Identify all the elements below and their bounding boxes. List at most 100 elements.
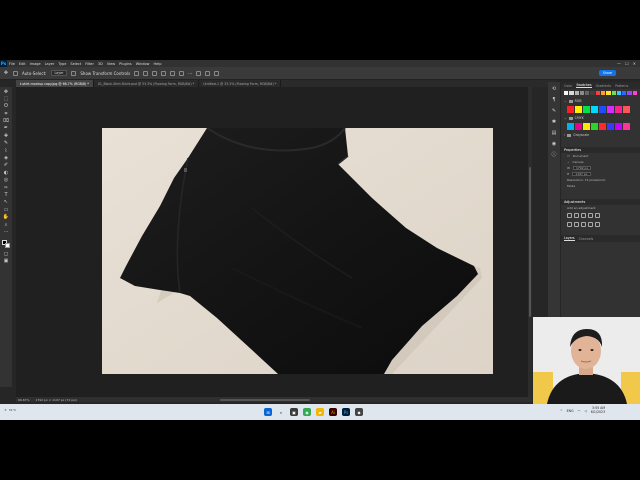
chrome-icon[interactable]: ◉: [303, 408, 311, 416]
hand-tool[interactable]: ✋: [3, 215, 9, 221]
object-select-tool[interactable]: ⌗: [3, 111, 9, 117]
vibrance-icon[interactable]: [595, 213, 600, 218]
hue-saturation-icon[interactable]: [567, 222, 572, 227]
swatch-3[interactable]: [579, 91, 585, 95]
path-select-tool[interactable]: ↖: [3, 200, 9, 206]
illustrator-icon[interactable]: Ai: [329, 408, 337, 416]
move-tool[interactable]: ✥: [3, 89, 9, 95]
swatch-13[interactable]: [632, 91, 637, 95]
swatch-0[interactable]: [567, 123, 574, 130]
swatch-7[interactable]: [623, 123, 630, 130]
swatch-2[interactable]: [583, 123, 590, 130]
tab-gradients[interactable]: Gradients: [596, 84, 612, 88]
edit-toolbar-button[interactable]: ···: [3, 229, 9, 235]
scroll-thumb[interactable]: [529, 167, 531, 317]
menu-edit[interactable]: Edit: [17, 62, 28, 66]
swatch-11[interactable]: [622, 91, 627, 95]
dodge-tool[interactable]: ◎: [3, 178, 9, 184]
swatch-group-grayscale[interactable]: › Grayscale: [561, 131, 640, 139]
swatch-1[interactable]: [575, 123, 582, 130]
chevron-down-icon[interactable]: ⌄: [564, 99, 567, 103]
tray-overflow-icon[interactable]: ^: [560, 409, 563, 413]
brush-tool[interactable]: ✎: [3, 141, 9, 147]
swatch-5[interactable]: [590, 91, 595, 95]
brush-settings-icon[interactable]: ✎: [551, 108, 557, 114]
libraries-icon[interactable]: ▤: [551, 130, 557, 136]
swatch-3[interactable]: [591, 106, 598, 113]
color-swatches[interactable]: [2, 239, 10, 250]
close-icon[interactable]: ✕: [633, 61, 636, 66]
more-options-button[interactable]: ···: [188, 71, 192, 76]
language-indicator[interactable]: ENG: [567, 409, 574, 413]
swatch-5[interactable]: [607, 106, 614, 113]
tab-untitled-1[interactable]: Untitled-1 @ 33.3% (Flowing Form, RGB/8#…: [199, 80, 282, 87]
file-explorer-icon[interactable]: ▰: [316, 408, 324, 416]
levels-icon[interactable]: [574, 213, 579, 218]
history-icon[interactable]: ⟲: [551, 86, 557, 92]
chevron-down-icon[interactable]: ⌄: [567, 160, 570, 164]
swatch-2[interactable]: [574, 91, 579, 95]
align-top-icon[interactable]: [161, 70, 167, 76]
eyedropper-tool[interactable]: ✒: [3, 126, 9, 132]
swatch-3[interactable]: [591, 123, 598, 130]
menu-type[interactable]: Type: [56, 62, 68, 66]
3d-mode-icon[interactable]: [196, 70, 201, 76]
curves-icon[interactable]: [581, 213, 586, 218]
maximize-icon[interactable]: ☐: [625, 61, 629, 66]
swatch-4[interactable]: [599, 106, 606, 113]
menu-plugins[interactable]: Plugins: [117, 62, 134, 66]
tab-layers[interactable]: Layers: [564, 236, 575, 241]
align-center-icon[interactable]: [143, 70, 149, 76]
lasso-tool[interactable]: ʘ: [3, 104, 9, 110]
swatch-1[interactable]: [569, 91, 574, 95]
menu-file[interactable]: File: [7, 62, 17, 66]
zoom-level[interactable]: 66.67%: [18, 398, 29, 402]
swatch-2[interactable]: [583, 106, 590, 113]
tab-channels[interactable]: Channels: [579, 237, 594, 241]
app-icon[interactable]: ◆: [355, 408, 363, 416]
tab-black-shirt-psd[interactable]: 01_Black-Shirt-Tshirt.psd @ 33.3% (Flowi…: [94, 80, 200, 87]
align-left-icon[interactable]: [134, 70, 140, 76]
tab-patterns[interactable]: Patterns: [615, 84, 628, 88]
menu-select[interactable]: Select: [68, 62, 83, 66]
marquee-tool[interactable]: ⬚: [3, 96, 9, 102]
swatch-0[interactable]: [564, 91, 569, 95]
menu-window[interactable]: Window: [134, 62, 152, 66]
horizontal-scrollbar[interactable]: [220, 399, 310, 401]
menu-help[interactable]: Help: [152, 62, 164, 66]
channel-mixer-icon[interactable]: [595, 222, 600, 227]
swatch-10[interactable]: [616, 91, 622, 95]
type-tool[interactable]: T: [3, 192, 9, 198]
weather-widget[interactable]: ☀ 31°C: [4, 408, 16, 412]
history-brush-tool[interactable]: ◈: [3, 156, 9, 162]
swatch-7[interactable]: [623, 106, 630, 113]
chevron-right-icon[interactable]: ›: [564, 133, 565, 137]
swatch-group-cmyk[interactable]: ⌄ CMYK: [561, 114, 640, 122]
screen-mode-icon[interactable]: ▣: [3, 259, 9, 265]
swatch-6[interactable]: [615, 106, 622, 113]
swatch-1[interactable]: [575, 106, 582, 113]
gradient-tool[interactable]: ◐: [3, 170, 9, 176]
clock[interactable]: 3:55 AM 6/1/2023: [591, 406, 605, 415]
tab-tshirt-mockup[interactable]: t-shirt-mockup copy.jpg @ 66.7% (RGB/8) …: [16, 80, 94, 87]
menu-view[interactable]: View: [105, 62, 117, 66]
tab-color[interactable]: Color: [564, 84, 572, 88]
document-canvas[interactable]: [102, 128, 493, 374]
background-color[interactable]: [5, 242, 10, 248]
rectangle-tool[interactable]: ▭: [3, 207, 9, 213]
start-icon[interactable]: ⊞: [264, 408, 272, 416]
canvas-width-field[interactable]: 1792 px: [572, 166, 592, 170]
swatch-4[interactable]: [585, 91, 590, 95]
healing-tool[interactable]: ✚: [3, 133, 9, 139]
crop-tool[interactable]: ⌧: [3, 119, 9, 125]
zoom-tool[interactable]: ⌕: [3, 222, 9, 228]
black-white-icon[interactable]: [581, 222, 586, 227]
photoshop-taskbar-icon[interactable]: Ps: [342, 408, 350, 416]
auto-select-dropdown[interactable]: Layer: [50, 70, 68, 76]
paragraph-icon[interactable]: ¶: [551, 97, 557, 103]
pan-3d-icon[interactable]: [214, 70, 219, 76]
swatch-12[interactable]: [627, 91, 632, 95]
color-balance-icon[interactable]: [574, 222, 579, 227]
volume-icon[interactable]: ◁: [584, 409, 586, 413]
wifi-icon[interactable]: ◠: [578, 409, 581, 413]
